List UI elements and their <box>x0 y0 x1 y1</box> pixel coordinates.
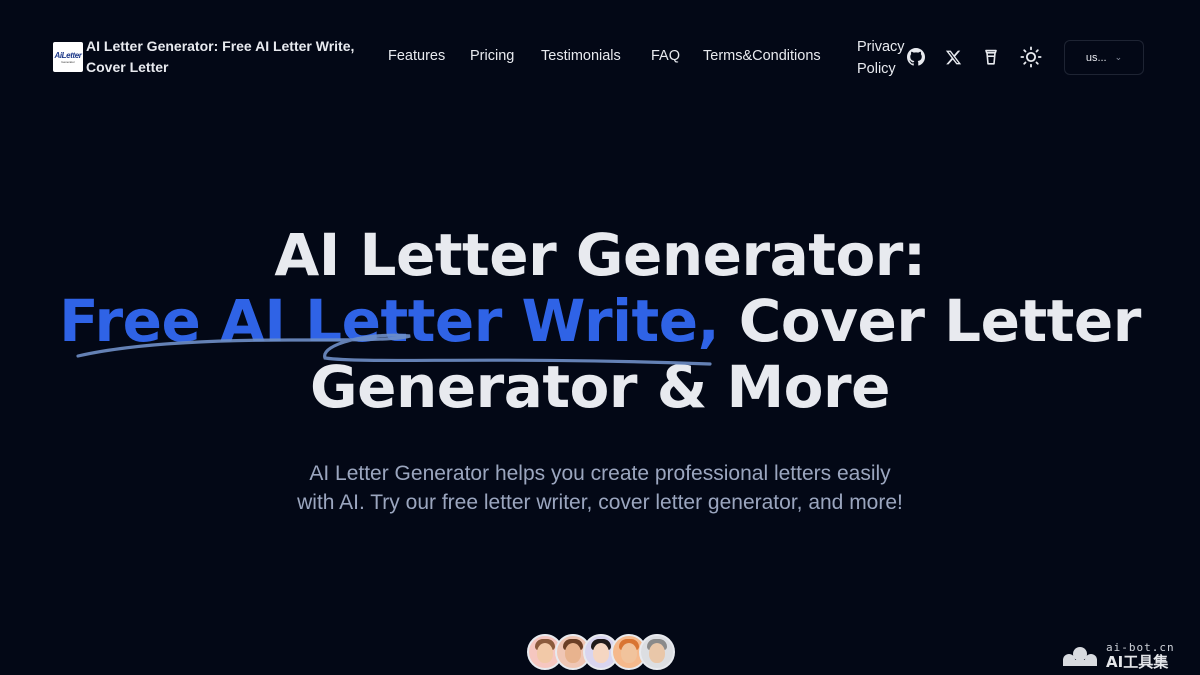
logo-subtext: Generator <box>61 59 75 64</box>
avatar <box>639 634 675 670</box>
language-select[interactable]: us... ⌄ <box>1064 40 1144 75</box>
hero-subtitle: AI Letter Generator helps you create pro… <box>297 462 903 514</box>
hero-title-line-3: Generator & More <box>310 353 890 421</box>
coffee-icon[interactable] <box>980 46 1002 68</box>
logo-text: AiLetter <box>54 50 82 60</box>
nav-features[interactable]: Features <box>388 48 445 64</box>
watermark-url: ai-bot.cn <box>1106 641 1175 654</box>
hero-title-line-2-rest: Cover Letter <box>719 287 1142 355</box>
nav-pricing[interactable]: Pricing <box>470 48 514 64</box>
nav-faq[interactable]: FAQ <box>651 48 680 64</box>
x-icon[interactable] <box>942 46 964 68</box>
hero-title-line-2: Free AI Letter Write, Cover Letter <box>0 288 1200 354</box>
nav-testimonials[interactable]: Testimonials <box>541 48 621 64</box>
site-logo[interactable]: AiLetter Generator <box>53 42 83 72</box>
watermark: ai-bot.cn AI工具集 <box>1060 640 1190 672</box>
hero-title: AI Letter Generator: Free AI Letter Writ… <box>0 222 1200 420</box>
site-header: AiLetter Generator AI Letter Generator: … <box>0 0 1200 115</box>
watermark-logo-icon <box>1063 647 1097 666</box>
brand[interactable]: AiLetter Generator AI Letter Generator: … <box>53 36 386 78</box>
language-value: us... <box>1085 51 1107 64</box>
nav-terms[interactable]: Terms&Conditions <box>703 48 821 64</box>
hero-title-highlight: Free AI Letter Write, <box>59 287 720 355</box>
watermark-name: AI工具集 <box>1106 653 1169 671</box>
user-avatars <box>527 634 675 670</box>
hero-title-line-1: AI Letter Generator: <box>274 221 926 289</box>
github-icon[interactable] <box>905 46 927 68</box>
sun-icon[interactable] <box>1020 46 1042 68</box>
site-title[interactable]: AI Letter Generator: Free AI Letter Writ… <box>86 36 386 78</box>
chevron-down-icon: ⌄ <box>1114 52 1123 62</box>
